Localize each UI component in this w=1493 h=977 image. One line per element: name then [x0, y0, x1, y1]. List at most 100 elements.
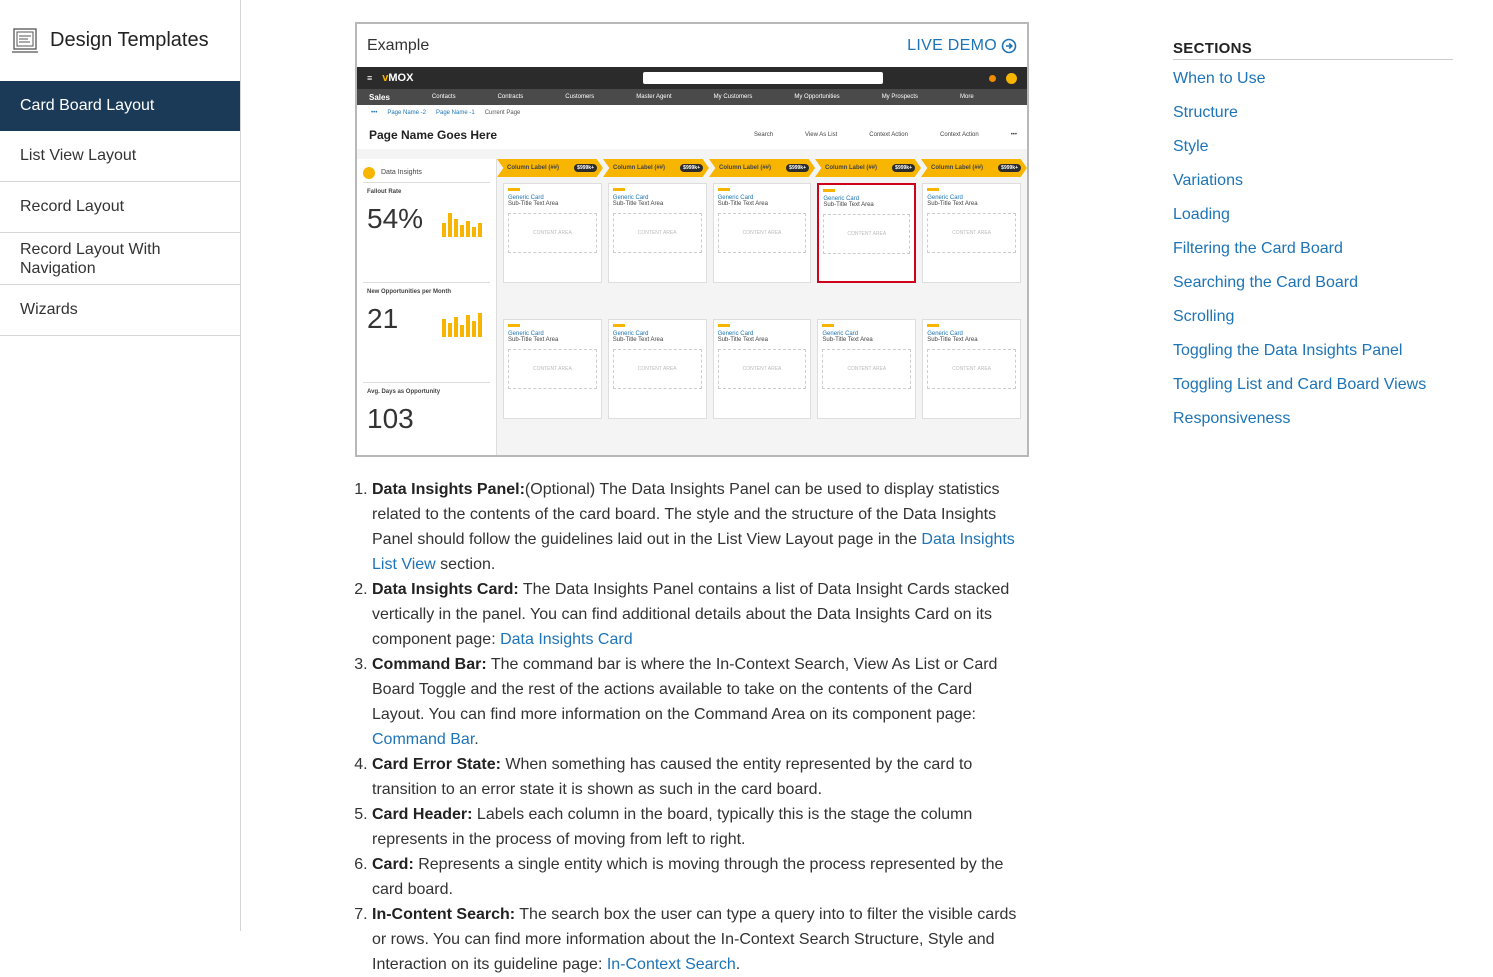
live-demo-label: LIVE DEMO — [907, 36, 997, 54]
app-tab-1: Contacts — [431, 94, 456, 100]
section-link[interactable]: Toggling List and Card Board Views — [1173, 376, 1453, 396]
app-breadcrumb: ••• Page Name -2 Page Name -1 Current Pa… — [357, 105, 1027, 121]
app-tab-6: My Opportunities — [794, 94, 840, 100]
section-link[interactable]: Variations — [1173, 172, 1453, 192]
app-tab-8: More — [960, 94, 974, 100]
card-subtitle: Sub-Title Text Area — [508, 337, 559, 343]
board-columns: Column Label (##) $999k+ Column Label (##… — [497, 159, 1027, 455]
notification-dot — [989, 74, 996, 82]
callout-item: Command Bar: The command bar is where th… — [372, 652, 1029, 752]
sidebar-item-wizards[interactable]: Wizards — [0, 285, 240, 336]
live-demo-link[interactable]: LIVE DEMO — [907, 37, 1017, 55]
section-link[interactable]: When to Use — [1173, 70, 1453, 90]
board-card: Generic Card Sub-Title Text Area CONTENT A… — [922, 319, 1021, 419]
callout-term: Data Insights Card: — [372, 581, 519, 598]
card-content-area: CONTENT AREA — [612, 349, 702, 389]
section-link[interactable]: Toggling the Data Insights Panel — [1173, 342, 1453, 362]
insight-card: Fallout Rate 54% — [363, 183, 490, 283]
column-label: Column Label (##) — [507, 165, 560, 171]
arrow-circle-right-icon — [1001, 38, 1017, 53]
app-insights-panel: Data Insights Fallout Rate 54% New Oppor… — [357, 159, 497, 455]
card-stripe — [822, 324, 835, 327]
column-pill: $999k+ — [998, 164, 1021, 172]
column-label: Column Label (##) — [719, 165, 772, 171]
card-grid: Generic Card Sub-Title Text Area CONTENT A… — [497, 177, 1027, 455]
sidebar-title: Design Templates — [50, 29, 209, 51]
column-header: Column Label (##) $999k+ — [709, 159, 815, 177]
section-link[interactable]: Searching the Card Board — [1173, 274, 1453, 294]
insights-title: Data Insights — [381, 169, 422, 176]
card-subtitle: Sub-Title Text Area — [823, 202, 874, 208]
app-tab-3: Customers — [565, 94, 595, 100]
board-card: Generic Card Sub-Title Text Area CONTENT A… — [607, 183, 707, 283]
callout-text-end: section. — [435, 556, 496, 573]
column-pill: $999k+ — [574, 164, 597, 172]
callout-list: Data Insights Panel:(Optional) The Data … — [355, 477, 1029, 977]
callout-term: In-Content Search: — [372, 906, 516, 923]
column-header: Column Label (##) $999k+ — [921, 159, 1027, 177]
breadcrumb-ellipsis: ••• — [371, 110, 378, 116]
insight-value: 103 — [367, 403, 414, 434]
sidebar-item-record-layout-with-navigation[interactable]: Record Layout With Navigation — [0, 233, 240, 285]
breadcrumb-item: Page Name -1 — [436, 110, 475, 116]
design-templates-icon — [12, 27, 38, 53]
app-command-bar: Search View As List Context Action Conte… — [754, 132, 1027, 138]
callout-term: Command Bar: — [372, 656, 487, 673]
sidebar-header: Design Templates — [0, 0, 240, 81]
section-link[interactable]: Filtering the Card Board — [1173, 240, 1453, 260]
app-tab-4: Master Agent — [636, 94, 672, 100]
section-link[interactable]: Loading — [1173, 206, 1453, 226]
breadcrumb-item: Page Name -2 — [387, 110, 426, 116]
board-card: Generic Card Sub-Title Text Area CONTENT A… — [712, 183, 812, 283]
column-header: Column Label (##) $999k+ — [815, 159, 921, 177]
callout-text-end: . — [474, 731, 479, 748]
card-stripe — [612, 324, 625, 327]
column-label: Column Label (##) — [931, 165, 984, 171]
callout-term: Card: — [372, 856, 414, 873]
callout-link[interactable]: In-Context Search — [607, 956, 736, 973]
section-link[interactable]: Responsiveness — [1173, 410, 1453, 430]
callout-item: Card: Represents a single entity which i… — [372, 852, 1029, 902]
example-label: Example — [367, 36, 430, 54]
app-tab-5: My Customers — [713, 94, 753, 100]
column-pill: $999k+ — [786, 164, 809, 172]
card-stripe — [717, 324, 730, 327]
cmd-context-action: Context Action — [939, 132, 979, 138]
column-headers: Column Label (##) $999k+ Column Label (##… — [497, 159, 1027, 177]
card-stripe — [927, 188, 940, 191]
section-link[interactable]: Structure — [1173, 104, 1453, 124]
example-header: Example LIVE DEMO — [357, 24, 1027, 67]
board-card: Generic Card Sub-Title Text Area CONTENT A… — [712, 319, 812, 419]
callout-item: Data Insights Panel:(Optional) The Data … — [372, 477, 1029, 577]
callout-term: Card Error State: — [372, 756, 501, 773]
sidebar-item-record-layout[interactable]: Record Layout — [0, 182, 240, 233]
callout-link[interactable]: Data Insights Card — [500, 631, 633, 648]
example-screenshot: ≡ vMOX Sales Contacts Contracts Customer… — [357, 67, 1027, 455]
card-subtitle: Sub-Title Text Area — [612, 201, 664, 207]
sidebar-item-card-board-layout[interactable]: Card Board Layout — [0, 81, 240, 131]
app-logo: vMOX — [382, 72, 414, 84]
section-link[interactable]: Scrolling — [1173, 308, 1453, 328]
card-content-area: CONTENT AREA — [823, 214, 911, 254]
card-content-area: CONTENT AREA — [717, 349, 807, 389]
card-subtitle: Sub-Title Text Area — [927, 337, 978, 343]
card-stripe — [717, 188, 730, 191]
insights-icon — [363, 166, 375, 179]
callout-link[interactable]: Command Bar — [372, 731, 474, 748]
card-content-area: CONTENT AREA — [927, 213, 1016, 253]
board-card: Generic Card Sub-Title Text Area CONTENT A… — [817, 319, 917, 419]
callout-term: Card Header: — [372, 806, 473, 823]
section-link[interactable]: Style — [1173, 138, 1453, 158]
breadcrumb-current: Current Page — [484, 110, 521, 116]
example-panel: Example LIVE DEMO ≡ vMOX Sales Contacts — [355, 22, 1029, 457]
sidebar-item-list-view-layout[interactable]: List View Layout — [0, 131, 240, 182]
app-tab-7: My Prospects — [881, 94, 919, 100]
insight-card: New Opportunities per Month 21 — [363, 283, 490, 383]
column-label: Column Label (##) — [825, 165, 878, 171]
card-content-area: CONTENT AREA — [508, 349, 597, 389]
board-card: Generic Card Sub-Title Text Area CONTENT A… — [503, 319, 602, 419]
insight-label: Avg. Days as Opportunity — [367, 389, 441, 395]
app-tab-0: Sales — [369, 92, 390, 102]
user-avatar — [1006, 72, 1017, 84]
callout-item: Card Error State: When something has cau… — [372, 752, 1029, 802]
